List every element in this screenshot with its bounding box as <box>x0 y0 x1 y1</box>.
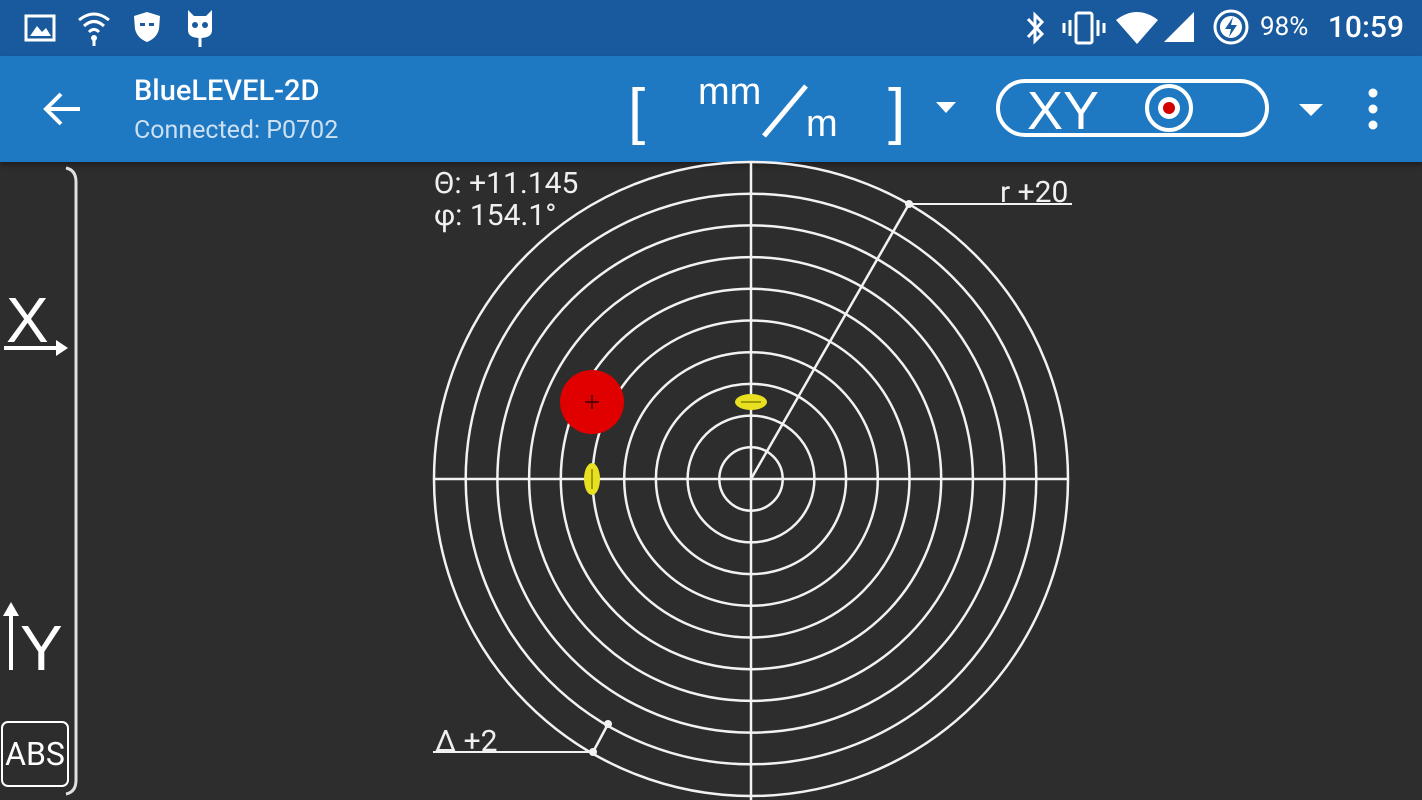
range-label: r +20 <box>1000 175 1069 210</box>
ring-step-label: Δ +2 <box>435 724 498 759</box>
delta-indicator <box>591 723 610 753</box>
radius-indicator <box>749 203 911 480</box>
polar-level-plot <box>432 160 1072 800</box>
